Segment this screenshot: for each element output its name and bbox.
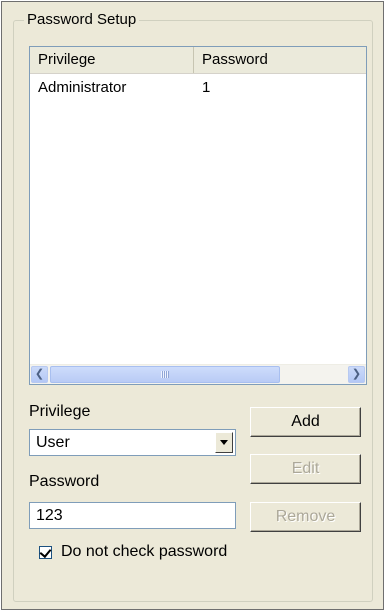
grip-icon [161, 371, 169, 378]
chevron-right-icon: ❯ [351, 368, 362, 380]
horizontal-scrollbar[interactable]: ❮ ❯ [30, 364, 366, 384]
edit-button[interactable]: Edit [250, 454, 361, 484]
privilege-label: Privilege [29, 403, 91, 420]
dropdown-button[interactable] [215, 432, 233, 453]
password-list[interactable]: Privilege Password Administrator 1 ❮ ❯ [29, 46, 367, 385]
scrollbar-thumb[interactable] [50, 366, 280, 383]
do-not-check-password-checkbox[interactable] [39, 545, 52, 559]
row-password: 1 [202, 79, 211, 96]
password-field-box[interactable] [29, 502, 236, 529]
password-setup-panel: Password Setup Privilege Password Admini… [1, 1, 384, 610]
remove-button[interactable]: Remove [250, 502, 361, 532]
chevron-left-icon: ❮ [34, 368, 45, 380]
chevron-down-icon [220, 440, 228, 445]
add-button[interactable]: Add [250, 407, 361, 437]
column-header-privilege[interactable]: Privilege [30, 47, 194, 73]
row-privilege: Administrator [38, 79, 127, 96]
column-header-password[interactable]: Password [194, 47, 314, 73]
privilege-selected-value: User [36, 434, 70, 451]
group-title: Password Setup [24, 11, 140, 29]
password-input[interactable] [30, 503, 226, 528]
do-not-check-password-label[interactable]: Do not check password [61, 542, 227, 562]
checkmark-icon [39, 545, 52, 559]
privilege-select[interactable]: User [29, 429, 236, 456]
list-row[interactable]: Administrator 1 [30, 78, 366, 98]
password-label: Password [29, 473, 100, 490]
scroll-right-button[interactable]: ❯ [348, 366, 365, 383]
scroll-left-button[interactable]: ❮ [31, 366, 48, 383]
list-header: Privilege Password [30, 47, 366, 74]
